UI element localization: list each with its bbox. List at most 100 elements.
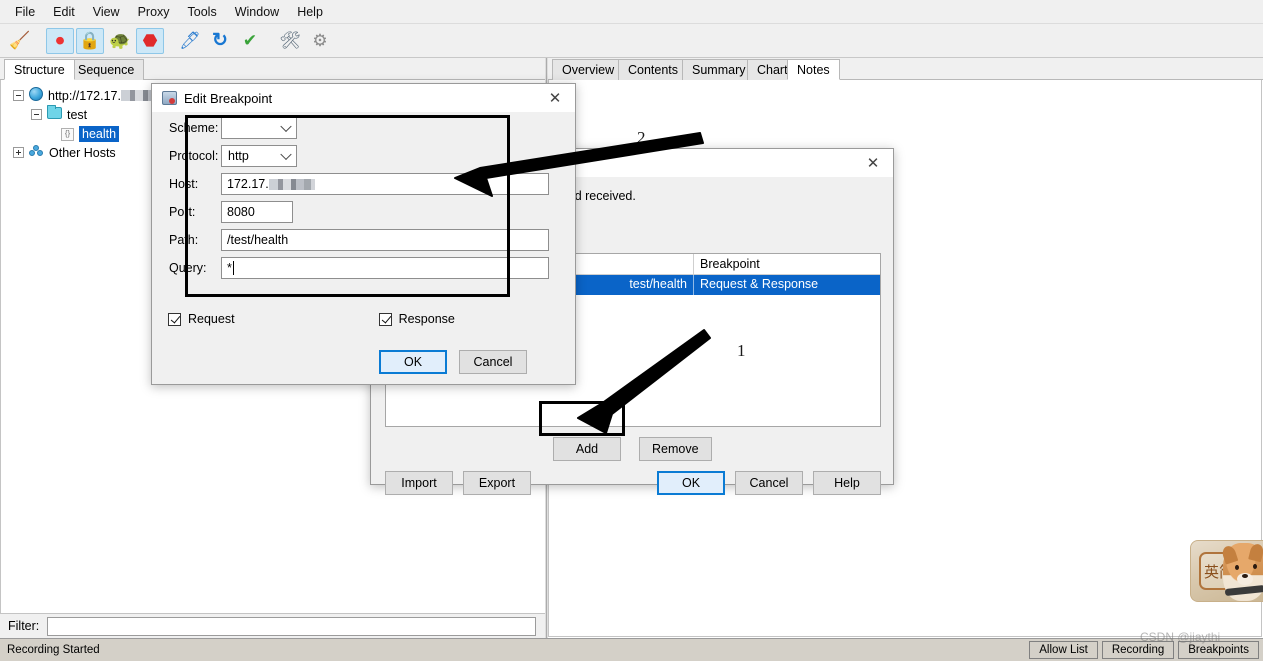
- tree-node-test-label: test: [67, 107, 88, 122]
- repeat-icon[interactable]: ↻: [206, 28, 234, 54]
- right-tabstrip: Overview Contents Summary Chart Notes: [548, 58, 1263, 80]
- filter-bar: Filter:: [0, 614, 546, 638]
- settings-help-button[interactable]: Help: [813, 471, 881, 495]
- protocol-label: Protocol:: [169, 149, 219, 163]
- settings-cancel-button[interactable]: Cancel: [735, 471, 803, 495]
- add-button[interactable]: Add: [553, 437, 621, 461]
- expander-plus-icon[interactable]: [13, 147, 24, 158]
- protocol-value: http: [228, 149, 249, 163]
- settings-ok-button[interactable]: OK: [657, 471, 725, 495]
- validate-check-icon[interactable]: ✔: [236, 28, 264, 54]
- scheme-label: Scheme:: [169, 121, 219, 135]
- globe-icon: [29, 87, 43, 104]
- path-row: Path: /test/health: [152, 226, 577, 254]
- breakpoints-button[interactable]: Breakpoints: [1178, 641, 1259, 659]
- ssl-proxying-icon[interactable]: 🔒: [76, 27, 104, 54]
- path-input[interactable]: /test/health: [221, 229, 549, 251]
- path-label: Path:: [169, 233, 199, 247]
- close-icon[interactable]: ✕: [853, 149, 893, 177]
- response-checkbox[interactable]: Response: [378, 312, 455, 326]
- host-label: Host:: [169, 177, 199, 191]
- host-row: Host: 172.17.: [152, 170, 577, 198]
- query-value: *: [227, 261, 232, 275]
- scheme-select[interactable]: [221, 117, 297, 139]
- toolbar: 🧹 ⏺ 🔒 🐢 ⬣ 🖊 ↻ ✔ 🛠 ⚙: [0, 24, 1263, 58]
- edit-cancel-button[interactable]: Cancel: [459, 350, 527, 374]
- scheme-row: Scheme:: [152, 114, 577, 142]
- edit-breakpoint-checkboxes: Request Response: [152, 312, 577, 326]
- tools-icon[interactable]: 🛠: [276, 28, 304, 54]
- tab-overview[interactable]: Overview: [552, 59, 625, 80]
- text-caret: [232, 261, 234, 275]
- edit-breakpoint-titlebar: Edit Breakpoint ✕: [152, 84, 575, 112]
- annotation-number-one: 1: [737, 341, 746, 360]
- shiba-dog-icon: [1220, 542, 1263, 601]
- recording-button[interactable]: Recording: [1101, 641, 1175, 659]
- response-checkbox-label: Response: [398, 312, 455, 326]
- tab-structure[interactable]: Structure: [4, 59, 75, 80]
- import-button[interactable]: Import: [385, 471, 453, 495]
- edit-breakpoint-dialog: Edit Breakpoint ✕ Scheme: Protocol: http…: [151, 83, 576, 385]
- edit-breakpoint-buttons: OK Cancel: [152, 350, 577, 374]
- throttling-turtle-icon[interactable]: 🐢: [106, 28, 134, 54]
- menu-proxy[interactable]: Proxy: [129, 2, 179, 22]
- close-icon[interactable]: ✕: [535, 84, 575, 112]
- menu-file[interactable]: File: [6, 2, 44, 22]
- app-icon: [162, 91, 177, 105]
- menu-window[interactable]: Window: [226, 2, 288, 22]
- export-button[interactable]: Export: [463, 471, 531, 495]
- charles-proxy-window: File Edit View Proxy Tools Window Help 🧹…: [0, 0, 1263, 661]
- record-icon[interactable]: ⏺: [46, 27, 74, 54]
- compose-pen-icon[interactable]: 🖊: [176, 28, 204, 54]
- edit-breakpoint-title: Edit Breakpoint: [184, 90, 273, 106]
- breakpoints-stop-icon[interactable]: ⬣: [136, 27, 164, 54]
- folder-icon: [47, 105, 62, 122]
- floating-pet-widget[interactable]: 英简: [1190, 540, 1263, 602]
- protocol-row: Protocol: http: [152, 142, 577, 170]
- hosts-icon: [29, 144, 44, 161]
- tab-contents[interactable]: Contents: [618, 59, 689, 80]
- expander-minus-icon[interactable]: [13, 90, 24, 101]
- chevron-down-icon: [280, 120, 292, 133]
- menu-tools[interactable]: Tools: [179, 2, 226, 22]
- annotation-number-two: 2: [637, 128, 646, 147]
- document-icon: {}: [61, 126, 74, 141]
- tab-sequence[interactable]: Sequence: [68, 59, 145, 80]
- request-checkbox[interactable]: Request: [168, 312, 235, 326]
- checkbox-checked-icon: [168, 312, 181, 326]
- filter-label: Filter:: [8, 619, 40, 633]
- request-checkbox-label: Request: [188, 312, 235, 326]
- menu-edit[interactable]: Edit: [44, 2, 84, 22]
- tree-node-host-label: http://172.17.: [48, 88, 121, 103]
- status-message: Recording Started: [7, 644, 100, 656]
- query-row: Query: *: [152, 254, 577, 282]
- left-tabstrip: Structure Sequence: [0, 58, 547, 80]
- column-header-breakpoint: Breakpoint: [700, 257, 760, 271]
- remove-button[interactable]: Remove: [639, 437, 712, 461]
- chevron-down-icon: [280, 148, 292, 161]
- settings-gear-icon[interactable]: ⚙: [306, 28, 334, 54]
- redacted-host-bar: [268, 178, 315, 190]
- status-bar: Recording Started Allow List Recording B…: [0, 638, 1263, 661]
- tree-node-health-label: health: [79, 125, 120, 142]
- tab-summary[interactable]: Summary: [682, 59, 756, 80]
- clear-session-icon[interactable]: 🧹: [6, 28, 34, 54]
- cell-breakpoint: Request & Response: [700, 277, 819, 291]
- breakpoint-settings-footer: Import Export OK Cancel Help: [385, 471, 881, 495]
- tab-notes[interactable]: Notes: [787, 59, 840, 80]
- menu-view[interactable]: View: [84, 2, 129, 22]
- query-input[interactable]: *: [221, 257, 549, 279]
- protocol-select[interactable]: http: [221, 145, 297, 167]
- edit-breakpoint-form: Scheme: Protocol: http Host: 172.17. Por…: [152, 114, 577, 282]
- host-value: 172.17.: [227, 177, 269, 191]
- menu-help[interactable]: Help: [288, 2, 332, 22]
- filter-input[interactable]: [47, 616, 536, 636]
- port-label: Port:: [169, 205, 196, 219]
- expander-minus-icon[interactable]: [31, 109, 42, 120]
- edit-ok-button[interactable]: OK: [379, 350, 447, 374]
- host-input[interactable]: 172.17.: [221, 173, 549, 195]
- allow-list-button[interactable]: Allow List: [1029, 641, 1098, 659]
- breakpoint-row-actions: Add Remove: [553, 437, 712, 461]
- tree-node-other-hosts-label: Other Hosts: [49, 145, 116, 160]
- port-input[interactable]: 8080: [221, 201, 293, 223]
